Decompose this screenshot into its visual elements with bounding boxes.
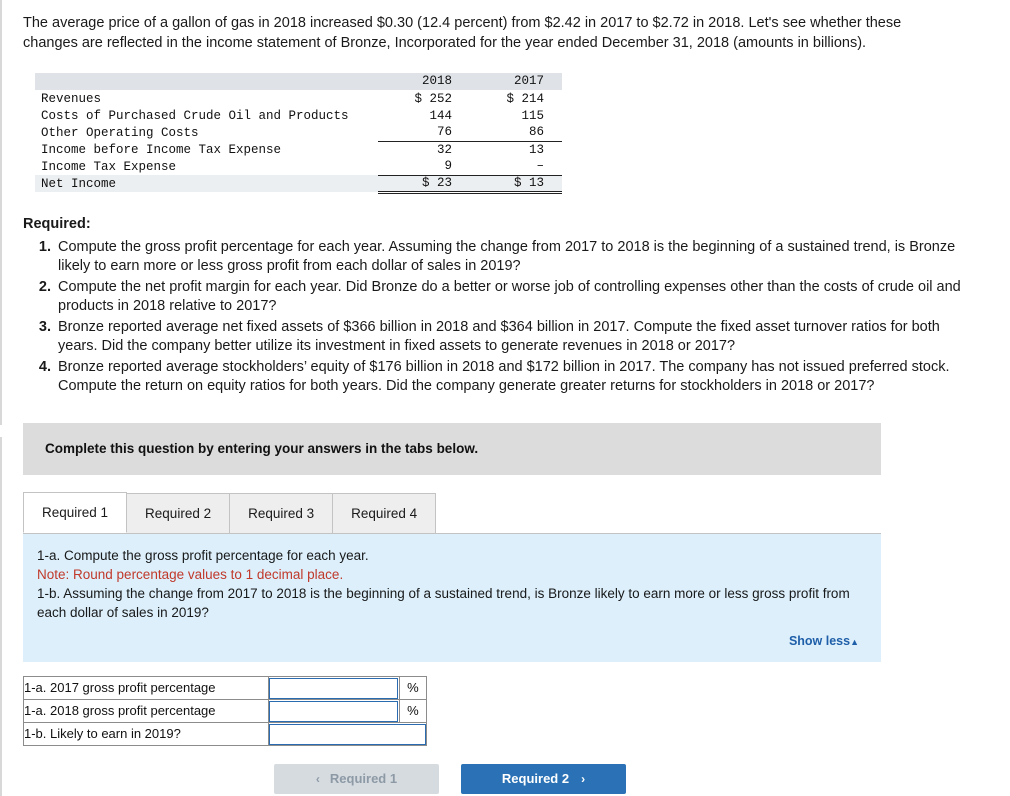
table-row: Other Operating Costs 76 86 — [35, 124, 562, 142]
table-row: Costs of Purchased Crude Oil and Product… — [35, 107, 562, 124]
tab-required-3[interactable]: Required 3 — [229, 492, 334, 533]
table-row: 1-a. 2018 gross profit percentage % — [23, 698, 428, 723]
answer-label-2017-gpp: 1-a. 2017 gross profit percentage — [23, 675, 269, 700]
chevron-left-icon: ‹ — [315, 771, 320, 786]
question-content: The average price of a gallon of gas in … — [23, 14, 983, 794]
answer-input-cell-likely-2019 — [268, 721, 427, 746]
unit-percent-2018: % — [398, 698, 428, 723]
show-less-label: Show less — [788, 633, 851, 648]
revenues-2017: $ 214 — [506, 91, 544, 106]
income-tax-expense-2018: 9 — [378, 158, 470, 176]
row-label-income-before-tax: Income before Income Tax Expense — [41, 142, 282, 157]
table-row: Income Tax Expense 9 – — [35, 158, 562, 176]
table-row: 1-a. 2017 gross profit percentage % — [23, 675, 428, 700]
row-label-other-operating: Other Operating Costs — [41, 125, 199, 140]
costs-crude-2018: 144 — [429, 108, 452, 123]
tab-required-2[interactable]: Required 2 — [126, 492, 231, 533]
table-header-row: 2018 2017 — [35, 73, 562, 90]
table-row: Income before Income Tax Expense 32 13 — [35, 141, 562, 158]
caret-up-icon: ▲ — [850, 636, 859, 647]
other-operating-2018: 76 — [378, 124, 470, 142]
table-row-net-income: Net Income $ 23 $ 13 — [35, 174, 562, 194]
show-less-toggle[interactable]: Show less▲ — [37, 632, 867, 652]
tab-required-1[interactable]: Required 1 — [23, 491, 128, 533]
prompt-rounding-note: Note: Round percentage values to 1 decim… — [37, 566, 344, 582]
row-label-net-income: Net Income — [35, 175, 378, 192]
unit-percent-2017: % — [398, 675, 428, 700]
tab-navigation: ‹ Required 1 Required 2 › — [274, 763, 983, 794]
table-row: 1-b. Likely to earn in 2019? — [23, 721, 427, 746]
previous-button-label: Required 1 — [329, 771, 398, 786]
row-label-income-tax-expense: Income Tax Expense — [41, 159, 177, 174]
net-income-2017: $ 13 — [470, 174, 562, 194]
revenues-2018: $ 252 — [414, 91, 452, 106]
page-root: The average price of a gallon of gas in … — [0, 0, 1010, 796]
list-item: Bronze reported average net fixed assets… — [55, 318, 983, 357]
row-label-revenues: Revenues — [41, 91, 102, 106]
chevron-right-icon: › — [581, 771, 586, 786]
instruction-bar: Complete this question by entering your … — [23, 422, 881, 475]
answer-input-cell-2018-gpp — [268, 698, 400, 723]
answer-label-2018-gpp: 1-a. 2018 gross profit percentage — [23, 698, 269, 723]
question-prompt-panel: 1-a. Compute the gross profit percentage… — [23, 533, 881, 662]
income-before-tax-2017: 13 — [528, 142, 544, 157]
header-blank-cell — [35, 73, 378, 90]
previous-required-button[interactable]: ‹ Required 1 — [274, 763, 439, 794]
answer-area: 1-a. 2017 gross profit percentage % 1-a.… — [23, 675, 443, 746]
answer-table: 1-a. 2017 gross profit percentage % 1-a.… — [23, 675, 428, 746]
required-heading: Required: — [23, 215, 91, 232]
next-required-button[interactable]: Required 2 › — [461, 763, 626, 794]
income-tax-expense-2017: – — [470, 158, 562, 176]
list-item: Compute the net profit margin for each y… — [55, 278, 983, 317]
tab-required-4[interactable]: Required 4 — [332, 492, 437, 533]
costs-crude-2017: 115 — [521, 108, 544, 123]
input-2018-gross-profit-percentage[interactable] — [269, 700, 398, 722]
answer-label-likely-2019: 1-b. Likely to earn in 2019? — [23, 721, 269, 746]
next-button-label: Required 2 — [501, 771, 570, 786]
prompt-line-1a: 1-a. Compute the gross profit percentage… — [37, 547, 369, 563]
intro-paragraph: The average price of a gallon of gas in … — [23, 15, 902, 51]
income-statement-table: 2018 2017 Revenues $ 252 $ 214 Costs of … — [35, 73, 562, 194]
tab-bar: Required 1 Required 2 Required 3 Require… — [23, 491, 881, 534]
header-year-2017: 2017 — [470, 73, 562, 90]
row-label-costs-crude: Costs of Purchased Crude Oil and Product… — [41, 108, 349, 123]
answer-input-cell-2017-gpp — [268, 675, 400, 700]
list-item: Bronze reported average stockholders’ eq… — [55, 358, 983, 397]
other-operating-2017: 86 — [470, 124, 562, 142]
net-income-2018: $ 23 — [378, 174, 470, 194]
income-before-tax-2018: 32 — [436, 142, 452, 157]
page-edge-decoration — [0, 0, 3, 796]
list-item: Compute the gross profit percentage for … — [55, 238, 983, 277]
table-row: Revenues $ 252 $ 214 — [35, 90, 562, 107]
prompt-line-1b: 1-b. Assuming the change from 2017 to 20… — [37, 585, 850, 620]
header-year-2018: 2018 — [378, 73, 470, 90]
required-list: Compute the gross profit percentage for … — [23, 238, 983, 397]
input-2017-gross-profit-percentage[interactable] — [269, 677, 398, 699]
input-likely-to-earn-2019[interactable] — [269, 723, 426, 745]
